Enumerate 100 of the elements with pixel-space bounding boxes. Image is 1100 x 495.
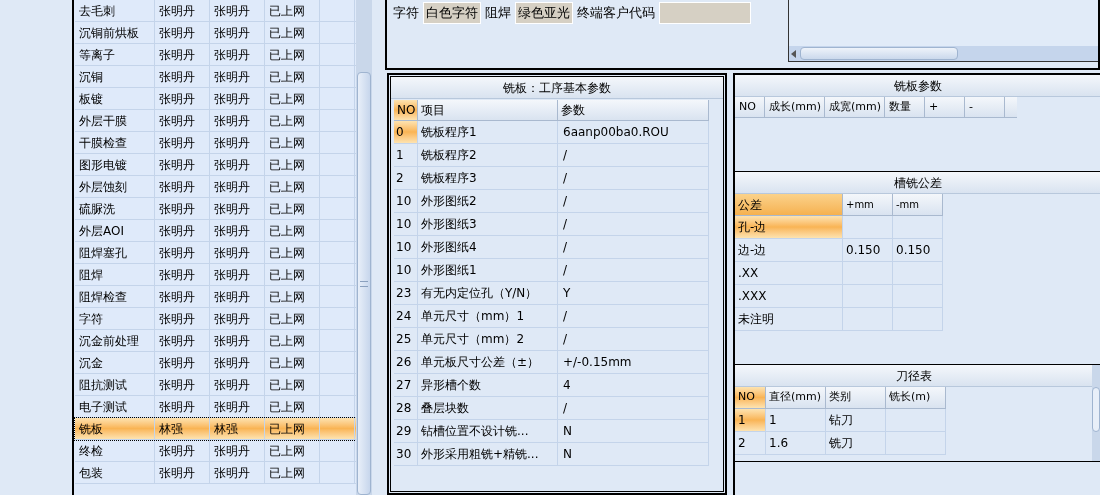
- table-cell: 张明丹: [210, 330, 265, 351]
- panel-title: 铣板：工序基本参数: [391, 77, 723, 99]
- process-row[interactable]: 包装 张明丹 张明丹 已上网: [75, 462, 356, 484]
- row-number[interactable]: 10: [394, 236, 418, 258]
- column-header[interactable]: 公差: [735, 194, 843, 216]
- scrollbar[interactable]: [356, 0, 372, 495]
- input-field[interactable]: 绿色亚光: [515, 2, 573, 24]
- process-row[interactable]: 沉铜 张明丹 张明丹 已上网: [75, 66, 356, 88]
- process-row[interactable]: 干膜检查 张明丹 张明丹 已上网: [75, 132, 356, 154]
- table-cell: 张明丹: [155, 110, 210, 131]
- scroll-thumb[interactable]: [800, 47, 958, 60]
- table-cell: /: [558, 213, 709, 235]
- horizontal-scrollbar[interactable]: [789, 46, 1098, 61]
- table-cell: 钻刀: [826, 409, 886, 431]
- table-cell: [893, 216, 943, 239]
- process-row[interactable]: 铣板 林强 林强 已上网: [75, 418, 356, 440]
- process-row[interactable]: 板镀 张明丹 张明丹 已上网: [75, 88, 356, 110]
- row-number[interactable]: 2: [735, 432, 766, 454]
- table-cell: 包装: [75, 462, 155, 483]
- row-number[interactable]: 26: [394, 351, 418, 373]
- table-cell: 外形采用粗铣+精铣...: [418, 443, 558, 465]
- row-number[interactable]: 0: [394, 121, 418, 143]
- process-row[interactable]: 字符 张明丹 张明丹 已上网: [75, 308, 356, 330]
- process-row[interactable]: 沉金前处理 张明丹 张明丹 已上网: [75, 330, 356, 352]
- panel-title: 槽铣公差: [735, 172, 1100, 194]
- input-field[interactable]: 白色字符: [423, 2, 481, 24]
- row-number[interactable]: 30: [394, 443, 418, 465]
- table-cell: 铣板程序2: [418, 144, 558, 166]
- column-header[interactable]: -: [965, 97, 1005, 117]
- process-row[interactable]: 等离子 张明丹 张明丹 已上网: [75, 44, 356, 66]
- table-cell: 已上网: [265, 220, 320, 241]
- column-header[interactable]: NO: [394, 100, 418, 120]
- table-cell: 已上网: [265, 308, 320, 329]
- table-cell: 已上网: [265, 132, 320, 153]
- process-row[interactable]: 图形电镀 张明丹 张明丹 已上网: [75, 154, 356, 176]
- process-row[interactable]: 终检 张明丹 张明丹 已上网: [75, 440, 356, 462]
- row-number[interactable]: 10: [394, 213, 418, 235]
- process-row[interactable]: 外层干膜 张明丹 张明丹 已上网: [75, 110, 356, 132]
- process-row[interactable]: 去毛刺 张明丹 张明丹 已上网: [75, 0, 356, 22]
- process-row[interactable]: 阻焊 张明丹 张明丹 已上网: [75, 264, 356, 286]
- process-row[interactable]: 硫脲洗 张明丹 张明丹 已上网: [75, 198, 356, 220]
- table-cell: 已上网: [265, 44, 320, 65]
- input-field[interactable]: [659, 2, 751, 24]
- column-header[interactable]: 成宽(mm): [825, 97, 885, 117]
- table-cell: 张明丹: [155, 22, 210, 43]
- column-header[interactable]: 参数: [558, 100, 709, 120]
- table-cell: 等离子: [75, 44, 155, 65]
- row-number[interactable]: 25: [394, 328, 418, 350]
- table-cell: /: [558, 167, 709, 189]
- table-cell: /: [558, 328, 709, 350]
- process-row[interactable]: 外层AOI 张明丹 张明丹 已上网: [75, 220, 356, 242]
- row-number[interactable]: 10: [394, 190, 418, 212]
- column-header[interactable]: 项目: [418, 100, 558, 120]
- process-row[interactable]: 外层蚀刻 张明丹 张明丹 已上网: [75, 176, 356, 198]
- row-number[interactable]: 1: [735, 409, 766, 431]
- scrollbar[interactable]: [1092, 365, 1100, 461]
- table-cell: 张明丹: [155, 308, 210, 329]
- process-row[interactable]: 阻焊检查 张明丹 张明丹 已上网: [75, 286, 356, 308]
- process-row[interactable]: 沉铜前烘板 张明丹 张明丹 已上网: [75, 22, 356, 44]
- column-header[interactable]: 成长(mm): [765, 97, 825, 117]
- table-cell: 张明丹: [210, 308, 265, 329]
- column-header[interactable]: -mm: [893, 194, 943, 216]
- row-number[interactable]: 10: [394, 259, 418, 281]
- table-cell: 外层AOI: [75, 220, 155, 241]
- table-cell: 阻焊塞孔: [75, 242, 155, 263]
- table-cell: 张明丹: [210, 242, 265, 263]
- row-number[interactable]: 29: [394, 420, 418, 442]
- table-cell: 未注明: [735, 308, 843, 331]
- column-header[interactable]: 类别: [826, 387, 886, 408]
- row-number[interactable]: 28: [394, 397, 418, 419]
- table-cell: 已上网: [265, 330, 320, 351]
- column-header[interactable]: +mm: [843, 194, 893, 216]
- process-row[interactable]: 沉金 张明丹 张明丹 已上网: [75, 352, 356, 374]
- panel-title: 铣板参数: [735, 75, 1100, 97]
- row-number[interactable]: 24: [394, 305, 418, 327]
- row-number[interactable]: 23: [394, 282, 418, 304]
- row-number[interactable]: 2: [394, 167, 418, 189]
- column-header[interactable]: +: [925, 97, 965, 117]
- table-cell: 单元尺寸（mm）2: [418, 328, 558, 350]
- table-cell: 沉金: [75, 352, 155, 373]
- column-header[interactable]: NO: [735, 97, 765, 117]
- process-row[interactable]: 阻焊塞孔 张明丹 张明丹 已上网: [75, 242, 356, 264]
- column-header[interactable]: 直径(mm): [766, 387, 826, 408]
- table-cell: 0.150: [893, 239, 943, 262]
- table-cell: 已上网: [265, 66, 320, 87]
- table-cell: 张明丹: [155, 286, 210, 307]
- process-row[interactable]: 阻抗测试 张明丹 张明丹 已上网: [75, 374, 356, 396]
- table-cell: 已上网: [265, 440, 320, 461]
- column-header[interactable]: 数量: [885, 97, 925, 117]
- table-cell: 外形图纸1: [418, 259, 558, 281]
- table-cell: 张明丹: [210, 44, 265, 65]
- table-cell: 已上网: [265, 286, 320, 307]
- table-cell: 已上网: [265, 418, 320, 439]
- table-cell: [893, 285, 943, 308]
- table-cell: 已上网: [265, 462, 320, 483]
- column-header[interactable]: 铣长(m): [886, 387, 946, 408]
- row-number[interactable]: 1: [394, 144, 418, 166]
- row-number[interactable]: 27: [394, 374, 418, 396]
- table-cell: 林强: [210, 418, 265, 439]
- column-header[interactable]: NO: [735, 387, 766, 408]
